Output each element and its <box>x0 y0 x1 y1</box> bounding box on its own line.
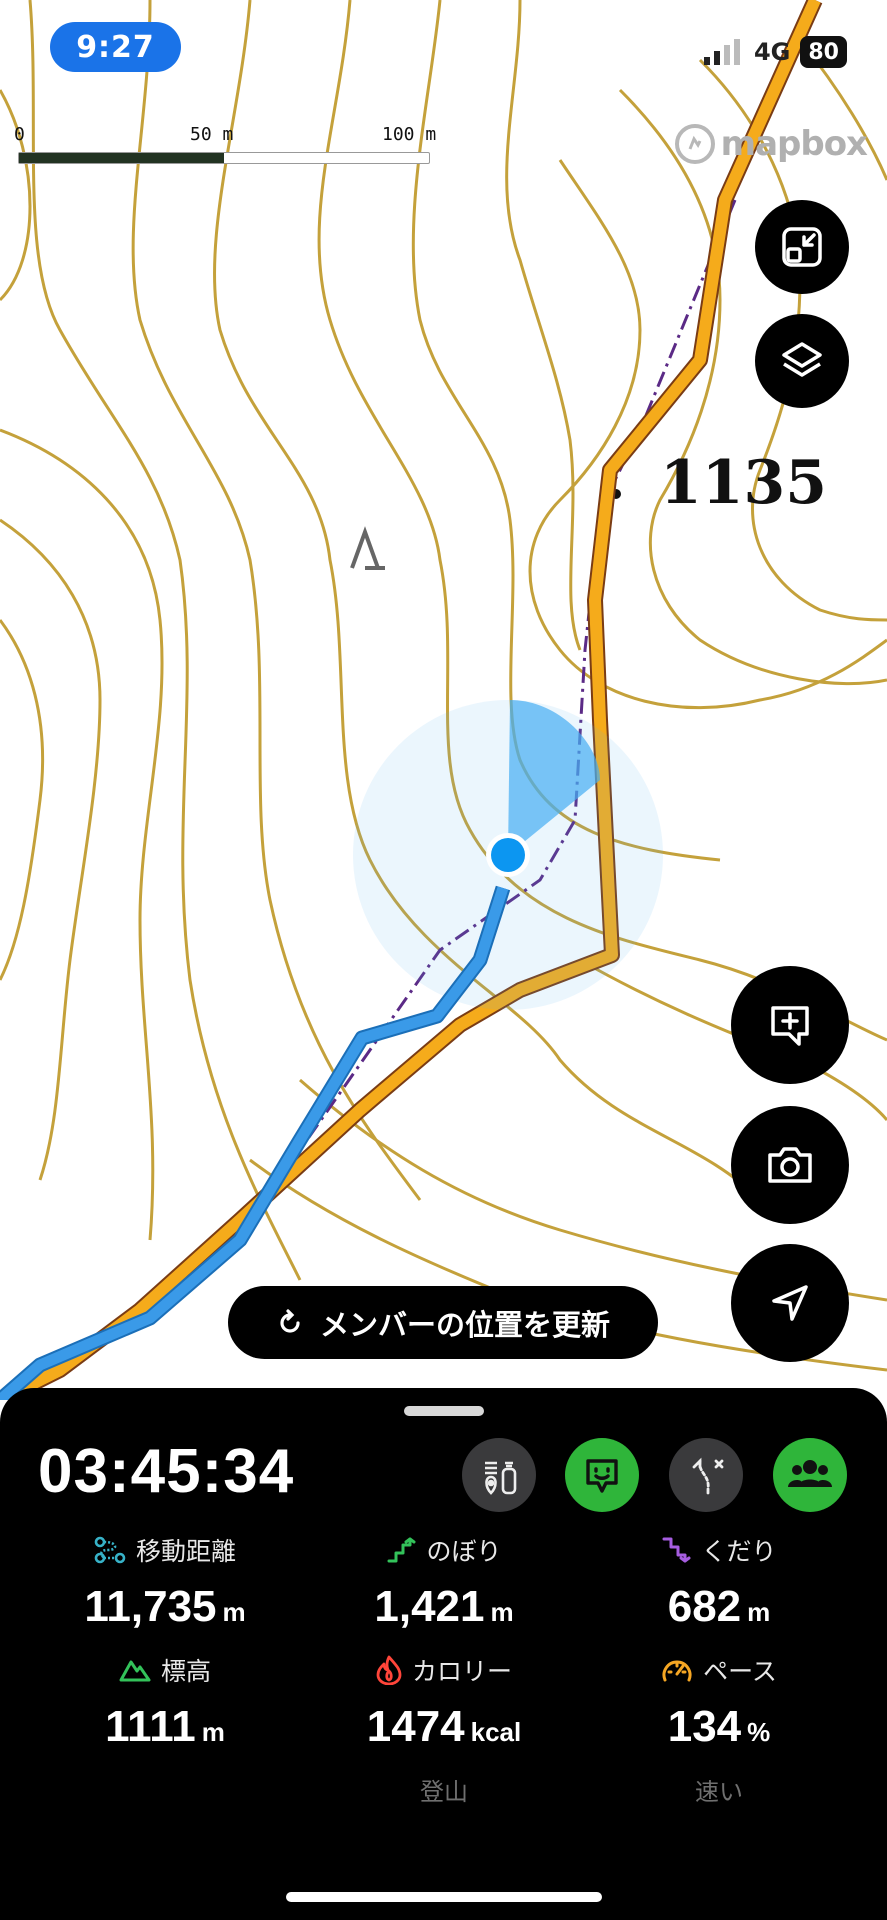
stat-calories-label: カロリー <box>411 1657 512 1686</box>
scale-label-max: 100 m <box>382 124 437 145</box>
mapbox-logo[interactable]: mapbox <box>674 124 868 164</box>
mapbox-mark-icon <box>674 124 715 164</box>
mapbox-wordmark: mapbox <box>720 124 868 164</box>
add-comment-button[interactable] <box>731 966 849 1084</box>
stat-distance-value: 11,735 <box>84 1582 217 1631</box>
status-indicators: 4G 80 <box>703 36 847 68</box>
signal-face-icon <box>586 1459 618 1493</box>
camera-button[interactable] <box>731 1106 849 1224</box>
layers-button[interactable] <box>755 314 849 408</box>
pace-description-label: 速い <box>695 1778 743 1806</box>
elapsed-timer: 03:45:34 <box>38 1437 295 1506</box>
current-location-core <box>491 838 525 872</box>
speedometer-icon <box>662 1660 692 1682</box>
navigation-arrow-icon <box>772 1285 808 1321</box>
stat-ascent-value: 1,421 <box>374 1582 485 1631</box>
stat-ascent-label: のぼり <box>426 1537 502 1566</box>
scale-bar-fill <box>19 153 224 163</box>
refresh-members-label: メンバーの位置を更新 <box>319 1307 610 1342</box>
stat-calories-value: 1474 <box>366 1702 465 1751</box>
stat-distance-unit: m <box>222 1597 246 1627</box>
refresh-icon <box>280 1308 300 1333</box>
scale-label-mid: 50 m <box>190 124 234 145</box>
stat-pace-value: 134 <box>667 1702 742 1751</box>
status-time-pill[interactable]: 9:27 <box>50 22 181 72</box>
peak-elevation-label: 1135 <box>660 448 827 518</box>
home-indicator <box>286 1892 602 1902</box>
stat-descent-value: 682 <box>667 1582 742 1631</box>
calorie-activity-label: 登山 <box>420 1778 468 1806</box>
route-icon <box>692 1457 724 1495</box>
scale-label-0: 0 <box>14 124 25 145</box>
status-time: 9:27 <box>76 29 155 65</box>
map-scale: 0 50 m 100 m <box>14 124 448 168</box>
scale-bar <box>18 152 430 164</box>
gear-checklist-icon <box>485 1461 517 1495</box>
network-label: 4G <box>753 38 791 66</box>
route-button[interactable] <box>669 1438 743 1512</box>
gear-checklist-button[interactable] <box>462 1438 536 1512</box>
camera-icon <box>768 1147 812 1183</box>
stat-descent-label: くだり <box>701 1537 777 1566</box>
stat-elevation-label: 標高 <box>160 1657 211 1686</box>
collapse-arrows-icon <box>782 227 822 267</box>
panel-grabber[interactable] <box>404 1406 484 1416</box>
stat-ascent-unit: m <box>490 1597 514 1627</box>
tracking-panel: 03:45:34 移動距離 11,735 m のぼり 1,421 m くだり 6… <box>0 1388 887 1920</box>
stat-pace-unit: % <box>747 1717 771 1747</box>
ascent-icon <box>387 1537 416 1563</box>
minimize-map-button[interactable] <box>755 200 849 294</box>
layers-icon <box>782 342 822 377</box>
distance-icon <box>94 1536 126 1564</box>
locate-button[interactable] <box>731 1244 849 1362</box>
stat-ascent: のぼり 1,421 m <box>319 1532 569 1632</box>
stat-calories-unit: kcal <box>470 1717 522 1747</box>
descent-icon <box>662 1537 691 1563</box>
stat-distance: 移動距離 11,735 m <box>40 1532 290 1632</box>
stat-descent-unit: m <box>747 1597 771 1627</box>
stat-calories: カロリー 1474 kcal <box>319 1652 569 1752</box>
stat-elevation-value: 1111 <box>105 1702 196 1751</box>
mountain-icon <box>119 1660 151 1682</box>
signal-face-button[interactable] <box>565 1438 639 1512</box>
battery-indicator: 80 <box>800 36 847 68</box>
comment-plus-icon <box>771 1006 809 1046</box>
stat-elevation: 標高 1111 m <box>40 1652 290 1752</box>
flame-icon <box>376 1655 402 1685</box>
stat-descent: くだり 682 m <box>594 1532 844 1632</box>
stat-distance-label: 移動距離 <box>135 1537 236 1566</box>
group-button[interactable] <box>773 1438 847 1512</box>
stat-elevation-unit: m <box>201 1717 225 1747</box>
refresh-members-button[interactable]: メンバーの位置を更新 <box>228 1286 658 1359</box>
stat-pace-label: ペース <box>703 1657 777 1686</box>
stat-pace: ペース 134% <box>594 1652 844 1752</box>
signal-strength-icon <box>703 39 740 65</box>
group-icon <box>788 1460 832 1487</box>
